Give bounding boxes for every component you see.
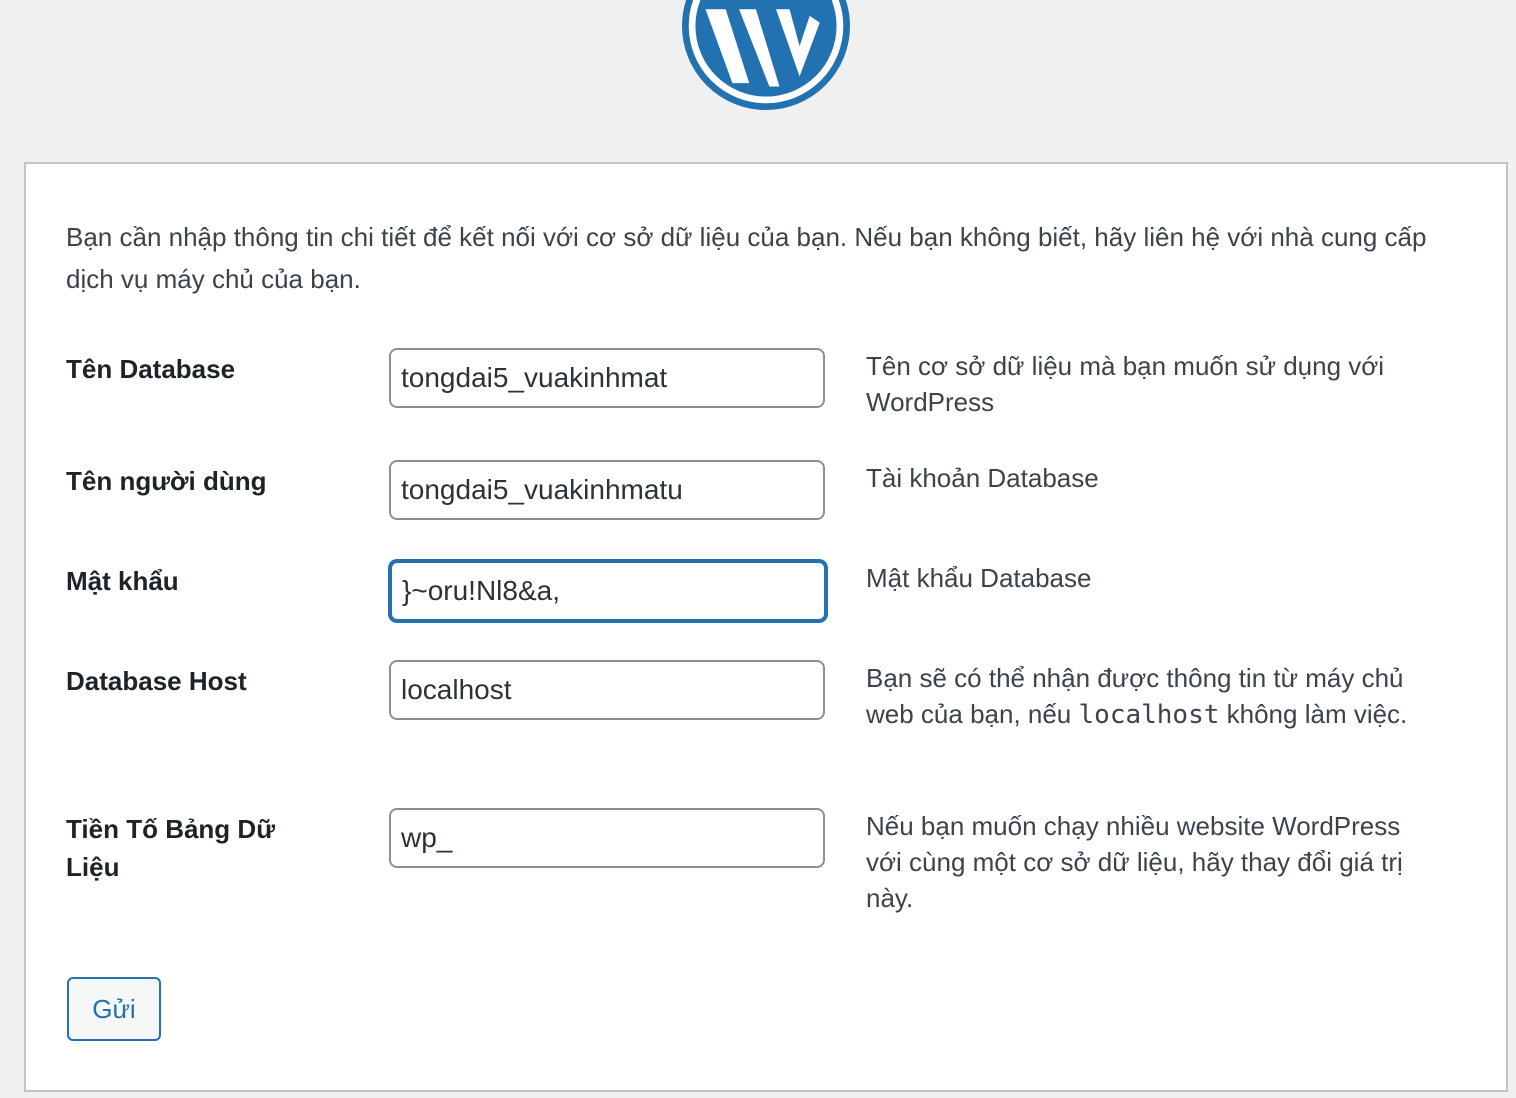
username-help: Tài khoản Database: [866, 463, 1099, 493]
prefix-help: Nếu bạn muốn chạy nhiều website WordPres…: [866, 811, 1403, 913]
dbhost-help: Bạn sẽ có thể nhận được thông tin từ máy…: [866, 660, 1426, 733]
intro-text: Bạn cần nhập thông tin chi tiết để kết n…: [66, 222, 1427, 294]
dbhost-label: Database Host: [66, 666, 247, 696]
dbname-help: Tên cơ sở dữ liệu mà bạn muốn sử dụng vớ…: [866, 351, 1385, 417]
prefix-input[interactable]: [389, 808, 825, 868]
prefix-label: Tiền Tố Bảng Dữ Liệu: [66, 814, 276, 882]
password-input[interactable]: [389, 560, 827, 622]
username-input[interactable]: [389, 460, 825, 520]
submit-button[interactable]: Gửi: [67, 977, 161, 1041]
password-help: Mật khẩu Database: [866, 563, 1092, 593]
wordpress-logo-icon[interactable]: [682, 0, 850, 110]
dbname-input[interactable]: [389, 348, 825, 408]
dbname-label: Tên Database: [66, 354, 236, 384]
dbhost-help-text-after: không làm việc.: [1226, 699, 1408, 729]
dbhost-input[interactable]: [389, 660, 825, 720]
username-label: Tên người dùng: [66, 466, 267, 496]
password-label: Mật khẩu: [66, 566, 179, 596]
setup-form-card: Bạn cần nhập thông tin chi tiết để kết n…: [24, 162, 1508, 1092]
dbhost-help-code: localhost: [1078, 700, 1220, 730]
